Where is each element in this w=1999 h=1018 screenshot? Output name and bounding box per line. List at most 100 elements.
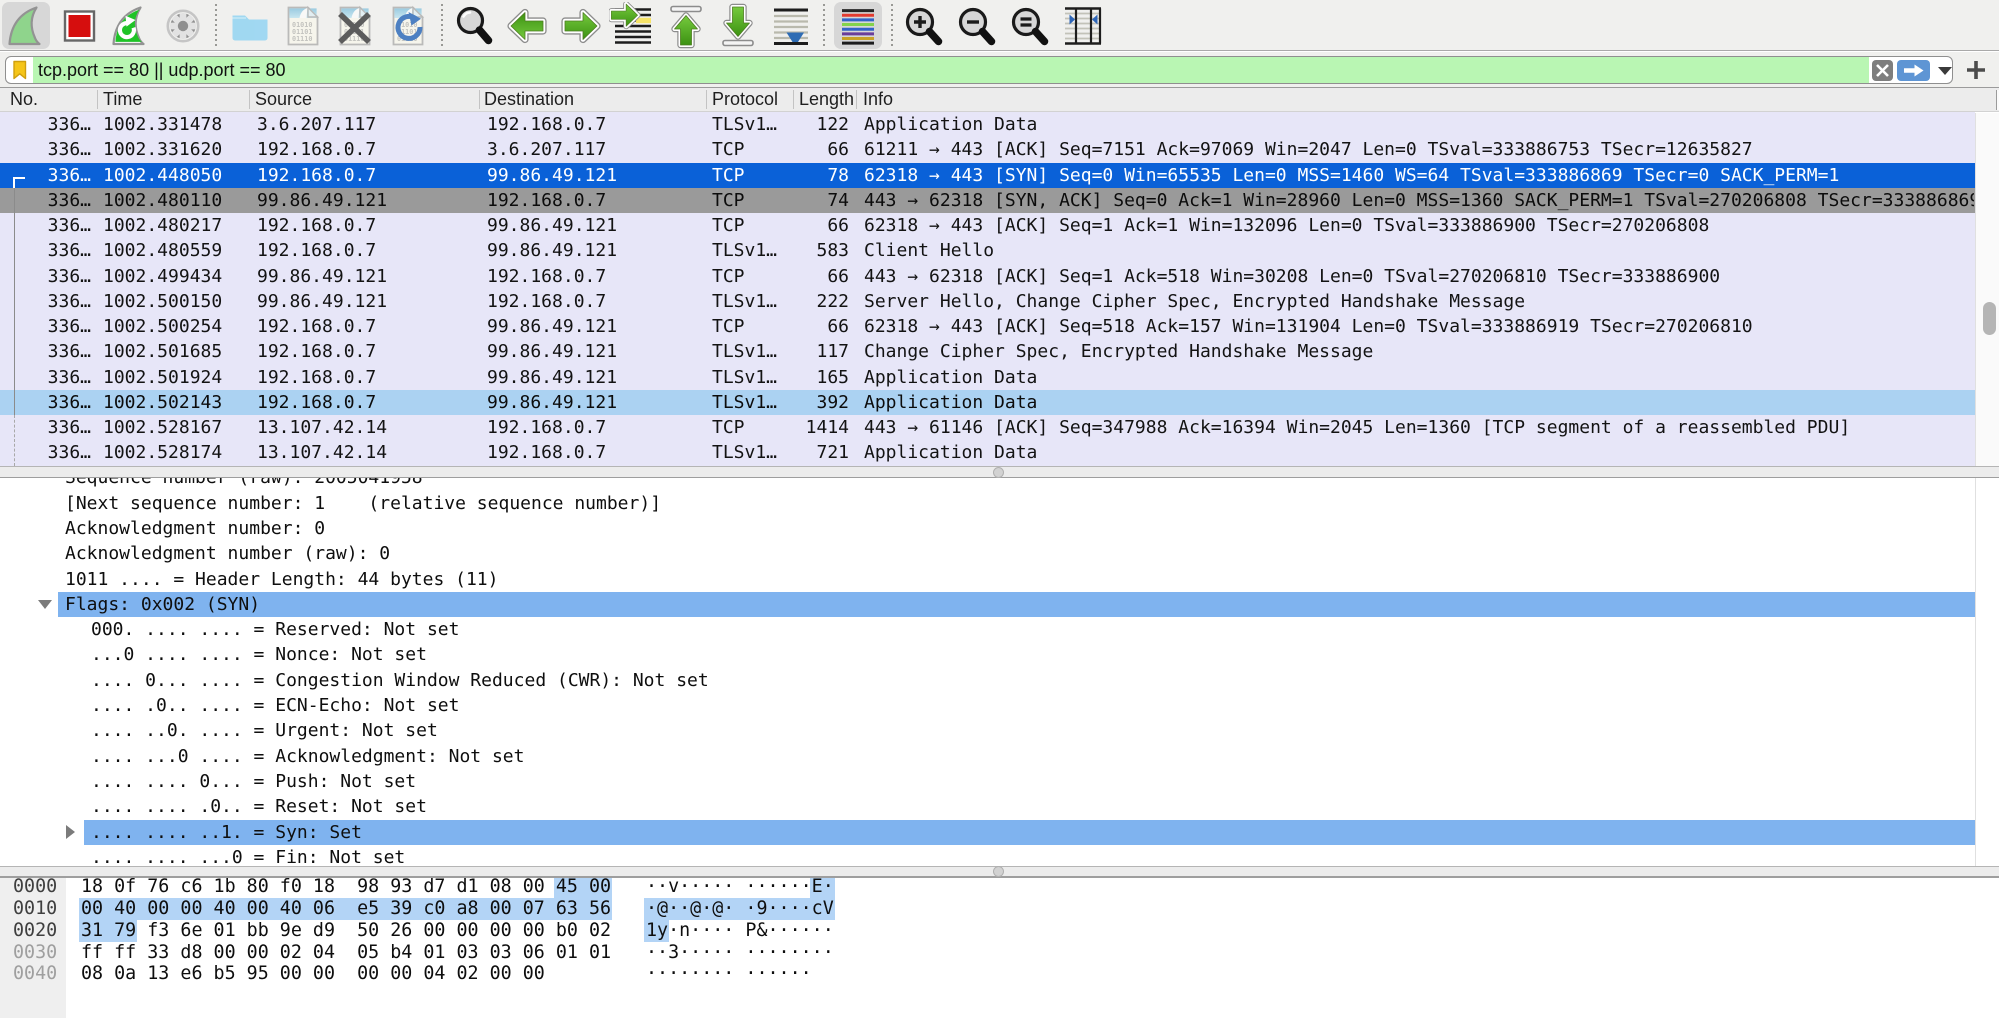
- last-packet-button[interactable]: [714, 2, 762, 49]
- restart-capture-button[interactable]: [106, 2, 154, 49]
- detail-line[interactable]: .... .... 0... = Push: Not set: [0, 769, 1975, 794]
- detail-text: .... .... .0.. = Reset: Not set: [91, 796, 427, 817]
- detail-line[interactable]: Sequence number (raw): 2005041958: [0, 478, 1975, 491]
- column-separator[interactable]: [706, 90, 707, 109]
- expander-collapsed-icon[interactable]: [66, 825, 75, 839]
- close-file-button[interactable]: 010100110101110: [331, 2, 379, 49]
- go-to-packet-button[interactable]: [609, 2, 657, 49]
- packet-row[interactable]: 336…1002.501685192.168.0.799.86.49.121TL…: [0, 339, 1975, 364]
- detail-line[interactable]: Flags: 0x002 (SYN): [0, 592, 1975, 617]
- toolbar-separator: [441, 4, 443, 48]
- detail-line[interactable]: .... .... ...0 = Fin: Not set: [0, 845, 1975, 866]
- find-packet-button[interactable]: [451, 2, 499, 49]
- hex-row[interactable]: 0030ff ff 33 d8 00 00 02 04 05 b4 01 03 …: [0, 942, 1975, 964]
- detail-line[interactable]: Acknowledgment number (raw): 0: [0, 541, 1975, 566]
- hex-row[interactable]: 001000 40 00 00 40 00 40 06 e5 39 c0 a8 …: [0, 898, 1975, 920]
- packet-row[interactable]: 336…1002.49943499.86.49.121192.168.0.7TC…: [0, 264, 1975, 289]
- hex-row[interactable]: 000018 0f 76 c6 1b 80 f0 18 98 93 d7 d1 …: [0, 877, 1975, 898]
- first-packet-button[interactable]: [662, 2, 710, 49]
- packet-row[interactable]: 336…1002.500254192.168.0.799.86.49.121TC…: [0, 314, 1975, 339]
- detail-line[interactable]: 000. .... .... = Reserved: Not set: [0, 617, 1975, 642]
- packet-cell-proto: TLSv1…: [712, 440, 788, 465]
- column-header-protocol[interactable]: Protocol: [712, 88, 791, 111]
- packet-row[interactable]: 336…1002.480559192.168.0.799.86.49.121TL…: [0, 238, 1975, 263]
- column-header-length[interactable]: Length: [799, 88, 854, 111]
- column-separator[interactable]: [793, 90, 794, 109]
- detail-line[interactable]: 1011 .... = Header Length: 44 bytes (11): [0, 567, 1975, 592]
- filter-history-dropdown-icon[interactable]: [1938, 67, 1952, 75]
- column-separator[interactable]: [856, 90, 857, 109]
- start-capture-button[interactable]: [2, 2, 50, 49]
- detail-text: Flags: 0x002 (SYN): [65, 594, 260, 615]
- packet-cell-no: 336…: [10, 137, 91, 162]
- packet-row[interactable]: 336…1002.480217192.168.0.799.86.49.121TC…: [0, 213, 1975, 238]
- detail-line[interactable]: .... 0... .... = Congestion Window Reduc…: [0, 668, 1975, 693]
- stop-capture-button[interactable]: [54, 2, 102, 49]
- filter-bookmark-icon[interactable]: [6, 57, 33, 83]
- packet-cell-proto: TLSv1…: [712, 289, 788, 314]
- expander-expanded-icon[interactable]: [38, 600, 52, 609]
- packet-row[interactable]: 336…1002.48011099.86.49.121192.168.0.7TC…: [0, 188, 1975, 213]
- packet-cell-dst: 192.168.0.7: [487, 112, 700, 137]
- detail-line[interactable]: ...0 .... .... = Nonce: Not set: [0, 642, 1975, 667]
- packet-row[interactable]: 336…1002.52816713.107.42.14192.168.0.7TC…: [0, 415, 1975, 440]
- splitter-list-details[interactable]: [0, 466, 1999, 478]
- detail-line[interactable]: .... .0.. .... = ECN-Echo: Not set: [0, 693, 1975, 718]
- splitter-handle-dot[interactable]: [993, 467, 1004, 478]
- previous-packet-button[interactable]: [504, 2, 552, 49]
- detail-line[interactable]: .... ..0. .... = Urgent: Not set: [0, 718, 1975, 743]
- hex-row[interactable]: 002031 79 f3 6e 01 bb 9e d9 50 26 00 00 …: [0, 920, 1975, 942]
- filter-add-button[interactable]: [1964, 58, 1988, 82]
- column-header-time[interactable]: Time: [103, 88, 247, 111]
- splitter-handle-dot[interactable]: [993, 866, 1004, 877]
- capture-options-button[interactable]: [159, 2, 207, 49]
- reload-file-button[interactable]: 010100110101110: [384, 2, 432, 49]
- packet-row[interactable]: 336…1002.502143192.168.0.799.86.49.121TL…: [0, 390, 1975, 415]
- save-file-button[interactable]: 010100110101110: [279, 2, 327, 49]
- packet-cell-len: 66: [780, 314, 849, 339]
- packet-cell-no: 336…: [10, 314, 91, 339]
- zoom-in-button[interactable]: [900, 2, 948, 49]
- packet-row[interactable]: 336…1002.331620192.168.0.73.6.207.117TCP…: [0, 137, 1975, 162]
- column-separator[interactable]: [249, 90, 250, 109]
- packet-row[interactable]: 336…1002.3314783.6.207.117192.168.0.7TLS…: [0, 112, 1975, 137]
- colorize-packets-button[interactable]: [834, 2, 882, 49]
- column-header-no[interactable]: No.: [10, 88, 95, 111]
- packet-cell-proto: TLSv1…: [712, 238, 788, 263]
- packet-cell-no: 336…: [10, 112, 91, 137]
- splitter-details-hex[interactable]: [0, 866, 1999, 877]
- packet-row[interactable]: 336…1002.501924192.168.0.799.86.49.121TL…: [0, 365, 1975, 390]
- zoom-reset-button[interactable]: [1006, 2, 1054, 49]
- details-scrollbar-track[interactable]: [1975, 478, 1999, 866]
- packet-cell-no: 336…: [10, 188, 91, 213]
- resize-columns-button[interactable]: [1059, 2, 1107, 49]
- hex-row[interactable]: 004008 0a 13 e6 b5 95 00 00 00 00 04 02 …: [0, 963, 1975, 985]
- svg-text:01110: 01110: [292, 35, 312, 43]
- filter-input-value[interactable]: tcp.port == 80 || udp.port == 80: [38, 57, 286, 83]
- detail-line[interactable]: Acknowledgment number: 0: [0, 516, 1975, 541]
- column-header-source[interactable]: Source: [255, 88, 477, 111]
- open-file-button[interactable]: [226, 2, 274, 49]
- display-filter-field[interactable]: tcp.port == 80 || udp.port == 80: [5, 56, 1953, 84]
- detail-line[interactable]: [Next sequence number: 1 (relative seque…: [0, 491, 1975, 516]
- toolbar-separator: [215, 4, 217, 48]
- column-header-info[interactable]: Info: [863, 88, 1973, 111]
- detail-line[interactable]: .... .... .0.. = Reset: Not set: [0, 794, 1975, 819]
- column-separator[interactable]: [479, 90, 480, 109]
- column-separator[interactable]: [97, 90, 98, 109]
- packet-list-scrollbar-thumb[interactable]: [1983, 302, 1996, 335]
- packet-cell-info: 443 → 62318 [ACK] Seq=1 Ack=518 Win=3020…: [864, 264, 1974, 289]
- packet-list-scrollbar-track[interactable]: [1975, 113, 1999, 466]
- detail-line[interactable]: .... ...0 .... = Acknowledgment: Not set: [0, 744, 1975, 769]
- packet-cell-proto: TCP: [712, 264, 788, 289]
- packet-row[interactable]: 336…1002.448050192.168.0.799.86.49.121TC…: [0, 163, 1975, 188]
- auto-scroll-button[interactable]: [767, 2, 815, 49]
- filter-clear-button[interactable]: [1872, 60, 1893, 81]
- column-header-destination[interactable]: Destination: [484, 88, 704, 111]
- packet-row[interactable]: 336…1002.50015099.86.49.121192.168.0.7TL…: [0, 289, 1975, 314]
- zoom-out-button[interactable]: [953, 2, 1001, 49]
- next-packet-button[interactable]: [556, 2, 604, 49]
- filter-apply-button[interactable]: [1897, 60, 1930, 81]
- packet-row[interactable]: 336…1002.52817413.107.42.14192.168.0.7TL…: [0, 440, 1975, 465]
- detail-line[interactable]: .... .... ..1. = Syn: Set: [0, 820, 1975, 845]
